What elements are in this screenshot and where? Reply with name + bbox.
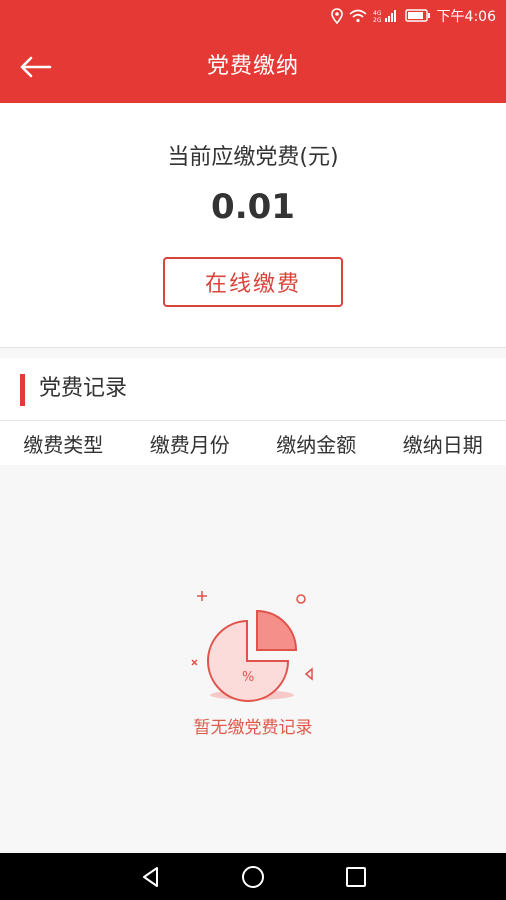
recents-square-icon [346, 867, 366, 887]
records-table-header: 缴费类型 缴费月份 缴纳金额 缴纳日期 [0, 421, 506, 465]
signal-icon: 4G 2G [373, 9, 399, 23]
due-label: 当前应缴党费(元) [167, 145, 339, 170]
pie-chart-percent-icon: % [191, 591, 313, 702]
back-triangle-icon [143, 867, 158, 887]
wifi-icon [349, 9, 367, 23]
nav-recents-button[interactable] [343, 864, 369, 890]
records-header: 党费记录 [0, 358, 506, 421]
location-icon [330, 7, 343, 24]
app-bar: 党费缴纳 [0, 31, 506, 103]
due-panel: 当前应缴党费(元) 0.01 在线缴费 [0, 103, 506, 348]
svg-text:4G: 4G [373, 10, 382, 17]
column-header-type: 缴费类型 [23, 432, 104, 457]
page-title: 党费缴纳 [206, 54, 299, 79]
status-time: 下午4:06 [436, 8, 496, 25]
empty-state: % 暂无缴党费记录 [0, 465, 506, 853]
due-amount: 0.01 [211, 187, 295, 227]
svg-text:2G: 2G [373, 17, 382, 23]
section-accent-bar [20, 374, 25, 406]
column-header-month: 缴费月份 [149, 432, 230, 457]
status-bar: 4G 2G 下午4:06 [0, 0, 506, 31]
column-header-date: 缴纳日期 [402, 432, 483, 457]
system-nav-bar [0, 853, 506, 900]
nav-home-button[interactable] [240, 864, 266, 890]
home-circle-icon [242, 866, 264, 888]
pay-online-button[interactable]: 在线缴费 [163, 257, 343, 307]
status-icons: 4G 2G [330, 7, 431, 24]
empty-state-text: 暂无缴党费记录 [193, 718, 313, 738]
records-title: 党费记录 [39, 376, 128, 401]
nav-back-button[interactable] [138, 864, 164, 890]
battery-icon [404, 9, 431, 22]
column-header-amount: 缴纳金额 [276, 432, 357, 457]
svg-text:%: % [242, 670, 254, 685]
